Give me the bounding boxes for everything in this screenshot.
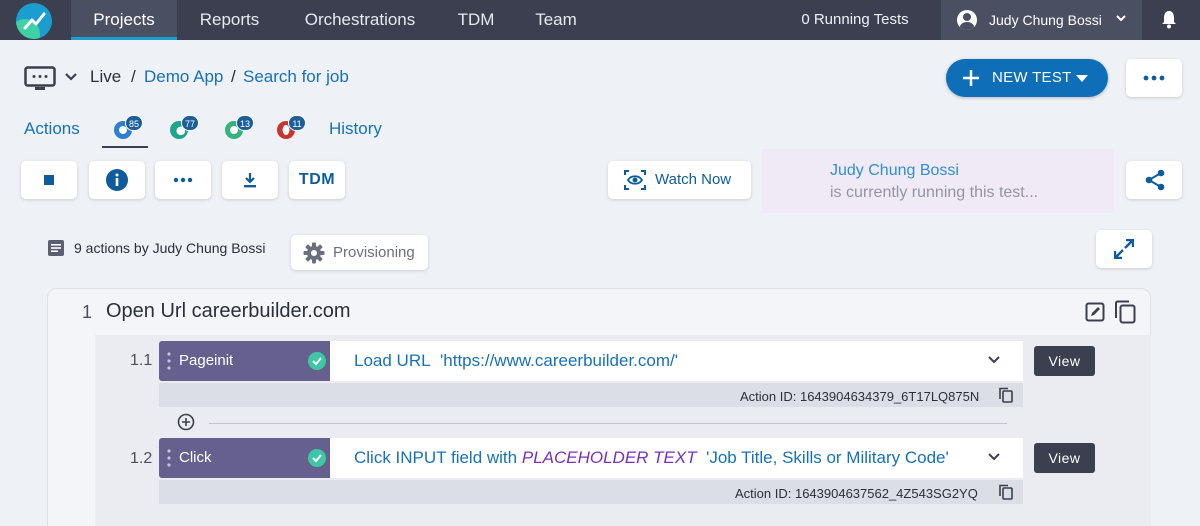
- step-title[interactable]: Open Url careerbuilder.com: [106, 300, 351, 323]
- running-tests-indicator[interactable]: 0 Running Tests: [770, 0, 940, 40]
- chevron-down-icon[interactable]: [987, 355, 1001, 365]
- add-action-divider: [209, 423, 1007, 424]
- share-icon: [1145, 169, 1165, 191]
- check-circle-icon: [308, 352, 326, 370]
- edit-icon[interactable]: [1085, 302, 1105, 322]
- stop-button[interactable]: [21, 161, 77, 199]
- tab-history[interactable]: History: [329, 119, 382, 139]
- view-button[interactable]: View: [1034, 346, 1095, 376]
- action-text: Click INPUT field with PLACEHOLDER TEXT …: [354, 448, 949, 467]
- breadcrumb-test[interactable]: Search for job: [243, 67, 349, 87]
- expand-icon: [1114, 239, 1134, 259]
- bell-icon[interactable]: [1160, 10, 1178, 30]
- action-type-label: Click: [179, 449, 212, 466]
- breadcrumb-separator: /: [231, 67, 236, 86]
- watch-now-label: Watch Now: [655, 171, 732, 188]
- breadcrumb-separator: /: [131, 67, 136, 86]
- copy-icon[interactable]: [999, 387, 1013, 403]
- user-menu[interactable]: Judy Chung Bossi: [941, 0, 1142, 40]
- chevron-down-icon[interactable]: [64, 71, 78, 83]
- check-circle-icon: [308, 449, 326, 467]
- watch-now-button[interactable]: Watch Now: [608, 161, 751, 199]
- actions-summary: 9 actions by Judy Chung Bossi: [74, 240, 266, 256]
- nav-tab-reports[interactable]: Reports: [182, 0, 277, 40]
- top-nav: Projects Reports Orchestrations TDM Team…: [0, 0, 1200, 40]
- drag-handle-icon[interactable]: [167, 352, 171, 370]
- breadcrumb-project[interactable]: Demo App: [144, 67, 223, 87]
- more-horizontal-icon: [173, 177, 193, 183]
- step-number: 1: [82, 302, 93, 322]
- more-actions-button[interactable]: [155, 161, 211, 199]
- more-options-button[interactable]: [1126, 59, 1182, 97]
- tab-browser-chrome-variant[interactable]: 13: [213, 112, 255, 148]
- plus-icon: [963, 70, 979, 86]
- action-type-click[interactable]: Click: [159, 438, 351, 478]
- action-text: Load URL 'https://www.careerbuilder.com/…: [354, 351, 678, 370]
- nav-tab-team[interactable]: Team: [523, 0, 589, 40]
- download-button[interactable]: [222, 161, 278, 199]
- chevron-down-icon: [1116, 15, 1126, 22]
- monitor-icon[interactable]: [24, 66, 56, 92]
- browser-count-badge: 85: [125, 115, 144, 131]
- action-number: 1.1: [130, 352, 153, 369]
- running-message: is currently running this test...: [830, 184, 1039, 201]
- tab-actions[interactable]: Actions: [24, 119, 80, 139]
- action-description[interactable]: Load URL 'https://www.careerbuilder.com/…: [330, 341, 1023, 381]
- provisioning-button[interactable]: Provisioning: [291, 235, 428, 270]
- info-button[interactable]: [89, 161, 145, 199]
- browser-count-badge: 13: [236, 115, 255, 131]
- app-logo[interactable]: [16, 3, 52, 39]
- action-id: Action ID: 1643904634379_6T17LQ875N: [740, 389, 980, 404]
- tdm-button[interactable]: TDM: [289, 161, 345, 199]
- tab-browser-edge[interactable]: 77: [158, 112, 200, 148]
- new-test-button[interactable]: NEW TEST: [946, 59, 1108, 97]
- user-name: Judy Chung Bossi: [989, 12, 1102, 28]
- running-notice: Judy Chung Bossi is currently running th…: [762, 149, 1114, 213]
- action-type-pageinit[interactable]: Pageinit: [159, 341, 351, 381]
- view-button[interactable]: View: [1034, 443, 1095, 473]
- add-action-icon[interactable]: [177, 413, 195, 431]
- action-number: 1.2: [130, 450, 153, 467]
- action-id: Action ID: 1643904637562_4Z543SG2YQ: [735, 486, 978, 501]
- nav-tab-tdm[interactable]: TDM: [446, 0, 506, 40]
- download-icon: [244, 173, 256, 188]
- copy-icon[interactable]: [1113, 300, 1137, 324]
- running-user[interactable]: Judy Chung Bossi: [830, 162, 959, 180]
- action-description[interactable]: Click INPUT field with PLACEHOLDER TEXT …: [330, 438, 1023, 478]
- document-icon: [48, 240, 64, 256]
- nav-tab-projects[interactable]: Projects: [71, 0, 177, 40]
- caret-down-icon: [1076, 75, 1088, 82]
- copy-icon[interactable]: [999, 484, 1013, 500]
- tab-browser-chrome[interactable]: 85: [102, 112, 148, 148]
- expand-button[interactable]: [1096, 230, 1152, 268]
- provisioning-label: Provisioning: [333, 244, 415, 261]
- tab-browser-opera[interactable]: 11: [265, 112, 306, 148]
- drag-handle-icon[interactable]: [167, 449, 171, 467]
- new-test-label: NEW TEST: [992, 69, 1072, 86]
- browser-count-badge: 77: [181, 115, 200, 131]
- eye-scan-icon: [624, 170, 646, 190]
- info-icon: [106, 169, 128, 191]
- action-type-label: Pageinit: [179, 352, 234, 369]
- user-avatar-icon: [957, 10, 977, 30]
- stop-icon: [44, 175, 54, 185]
- browser-count-badge: 11: [288, 115, 306, 131]
- gear-icon: [303, 242, 325, 264]
- nav-tab-orchestrations[interactable]: Orchestrations: [290, 0, 430, 40]
- more-horizontal-icon: [1143, 75, 1165, 81]
- share-button[interactable]: [1126, 161, 1182, 199]
- chevron-down-icon[interactable]: [987, 452, 1001, 462]
- environment-label[interactable]: Live: [90, 67, 121, 87]
